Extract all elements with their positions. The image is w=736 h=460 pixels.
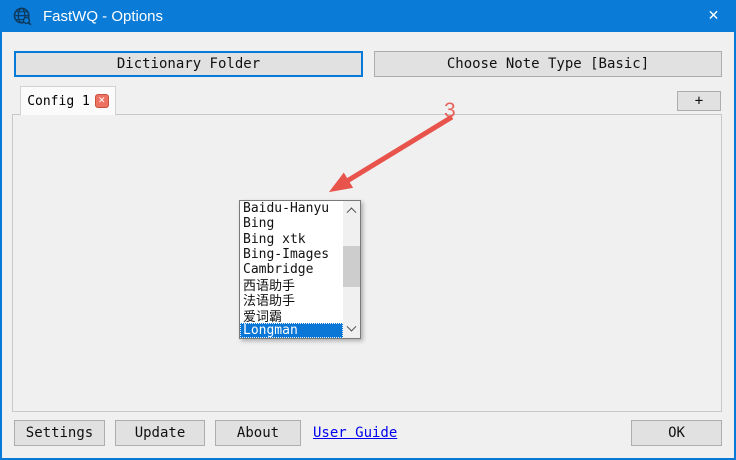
title-bar: FastWQ - Options ✕ bbox=[0, 0, 736, 32]
dictionary-dropdown-list: Baidu-HanyuBingBing xtkBing-ImagesCambri… bbox=[239, 200, 361, 339]
dropdown-item[interactable]: 法语助手 bbox=[240, 292, 343, 307]
tab-close-icon[interactable]: ✕ bbox=[95, 94, 109, 108]
tab-label: Config 1 bbox=[27, 94, 90, 109]
dropdown-items: Baidu-HanyuBingBing xtkBing-ImagesCambri… bbox=[240, 201, 343, 338]
scroll-thumb[interactable] bbox=[343, 246, 360, 287]
about-button[interactable]: About bbox=[215, 420, 301, 446]
dropdown-item[interactable]: 西语助手 bbox=[240, 277, 343, 292]
dropdown-item[interactable]: Bing bbox=[240, 216, 343, 231]
dropdown-item[interactable]: Bing-Images bbox=[240, 247, 343, 262]
window-title: FastWQ - Options bbox=[43, 8, 163, 25]
tab-config1[interactable]: Config 1 ✕ bbox=[20, 86, 116, 115]
scroll-down-icon[interactable] bbox=[343, 321, 360, 338]
add-tab-button[interactable]: + bbox=[677, 91, 721, 111]
annotation-number: 3 bbox=[444, 99, 456, 123]
ok-button[interactable]: OK bbox=[631, 420, 722, 446]
dropdown-scrollbar[interactable] bbox=[343, 201, 360, 338]
close-button[interactable]: ✕ bbox=[691, 0, 736, 31]
settings-button[interactable]: Settings bbox=[14, 420, 105, 446]
config-panel bbox=[12, 114, 722, 412]
app-globe-icon bbox=[12, 6, 33, 27]
dropdown-item[interactable]: Bing xtk bbox=[240, 231, 343, 246]
user-guide-link[interactable]: User Guide bbox=[313, 425, 397, 441]
dropdown-item[interactable]: Longman bbox=[240, 323, 343, 338]
choose-note-type-button[interactable]: Choose Note Type [Basic] bbox=[374, 51, 722, 77]
scroll-up-icon[interactable] bbox=[343, 201, 360, 218]
dropdown-item[interactable]: 爱词霸 bbox=[240, 308, 343, 323]
update-button[interactable]: Update bbox=[115, 420, 205, 446]
dropdown-item[interactable]: Baidu-Hanyu bbox=[240, 201, 343, 216]
dictionary-folder-button[interactable]: Dictionary Folder bbox=[14, 51, 363, 77]
options-dialog: FastWQ - Options ✕ Dictionary Folder Cho… bbox=[0, 0, 736, 460]
dropdown-item[interactable]: Cambridge bbox=[240, 262, 343, 277]
